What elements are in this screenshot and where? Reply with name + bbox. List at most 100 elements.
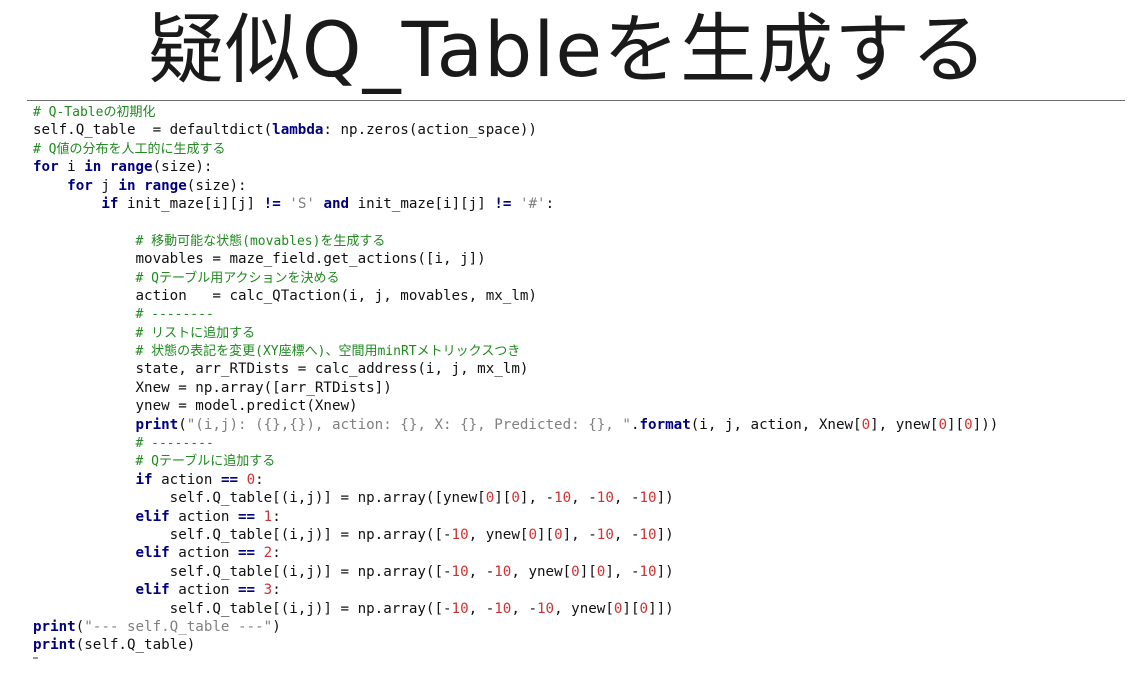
page-title: 疑似Q_Tableを生成する	[147, 5, 989, 94]
code-number: 10	[639, 490, 657, 507]
code-text: ])	[656, 490, 674, 507]
code-line: # Q-Tableの初期化	[33, 103, 998, 121]
code-number: 10	[554, 490, 572, 507]
code-text: :	[272, 582, 281, 599]
code-text: , -	[511, 600, 537, 617]
code-line: # --------	[33, 434, 998, 452]
code-text: action	[169, 582, 239, 599]
code-number: 0	[639, 600, 649, 617]
code-line: if action == 0:	[33, 471, 998, 489]
code-text: self.Q_table[(i,j)] = np.array([ynew[	[169, 490, 486, 507]
code-text: (self.Q_table)	[75, 637, 196, 654]
code-text: i	[58, 159, 85, 176]
code-line: if init_maze[i][j] != 'S' and init_maze[…	[33, 195, 998, 213]
code-line: for j in range(size):	[33, 177, 998, 195]
code-number: 0	[485, 490, 495, 507]
code-line: # Qテーブルに追加する	[33, 452, 998, 470]
code-line: elif action == 1:	[33, 508, 998, 526]
code-line: self.Q_table[(i,j)] = np.array([-10, -10…	[33, 600, 998, 618]
code-keyword: ==	[238, 508, 256, 525]
code-text: ][	[494, 490, 512, 507]
code-keyword: !=	[263, 195, 281, 212]
code-comment: # 移動可能な状態(movables)を生成する	[135, 233, 386, 249]
code-text: ], -	[605, 563, 640, 580]
code-text: action	[169, 508, 239, 525]
code-text: ][	[579, 563, 597, 580]
code-line: self.Q_table[(i,j)] = np.array([-10, yne…	[33, 526, 998, 544]
code-keyword: if	[135, 471, 153, 488]
code-number: 0	[511, 490, 520, 507]
code-block: # Q-Tableの初期化 self.Q_table = defaultdict(…	[33, 103, 998, 655]
code-comment: # Q値の分布を人工的に生成する	[33, 141, 226, 157]
code-number: 0	[528, 526, 537, 543]
code-line: # リストに追加する	[33, 324, 998, 342]
code-line: print(self.Q_table)	[33, 636, 998, 654]
code-text: ][	[622, 600, 640, 617]
code-number: 0	[938, 416, 948, 433]
code-string: '#'	[519, 195, 546, 212]
code-text: , -	[571, 490, 597, 507]
code-text: movables = maze_field.get_actions([i, j]…	[135, 251, 486, 268]
code-line: ynew = model.predict(Xnew)	[33, 397, 998, 415]
code-comment: # --------	[135, 307, 214, 323]
code-comment: # Q-Tableの初期化	[33, 105, 156, 120]
code-line: self.Q_table[(i,j)] = np.array([ynew[0][…	[33, 489, 998, 507]
code-string: 'S'	[289, 195, 315, 212]
code-line: # Q値の分布を人工的に生成する	[33, 140, 998, 158]
code-comment: # 状態の表記を変更(XY座標へ)、空間用minRTメトリックスつき	[135, 344, 521, 360]
code-keyword: ==	[220, 471, 239, 488]
code-text: self.Q_table[(i,j)] = np.array([-	[169, 563, 452, 580]
code-text: , ynew[	[511, 563, 572, 580]
code-line: # Qテーブル用アクションを決める	[33, 269, 998, 287]
code-text: , ynew[	[468, 526, 529, 543]
code-number: 10	[639, 526, 657, 543]
code-keyword: if	[101, 195, 119, 212]
code-text: action	[152, 471, 221, 488]
code-keyword: print	[33, 637, 76, 654]
code-comment: # --------	[135, 436, 214, 452]
code-text: ], -	[519, 490, 555, 507]
code-number: 10	[494, 600, 512, 617]
code-number: 0	[861, 416, 871, 433]
code-string: "--- self.Q_table ---"	[84, 618, 273, 635]
code-number: 1	[263, 508, 273, 525]
code-line: # 状態の表記を変更(XY座標へ)、空間用minRTメトリックスつき	[33, 342, 998, 360]
code-text: ]))	[972, 416, 999, 433]
code-text: , -	[468, 563, 495, 580]
code-keyword: elif	[135, 582, 170, 599]
code-text: )	[272, 618, 281, 635]
code-keyword: ==	[238, 582, 256, 599]
code-line: movables = maze_field.get_actions([i, j]…	[33, 250, 998, 268]
code-text: self.Q_table[(i,j)] = np.array([-	[169, 600, 452, 617]
code-line: for i in range(size):	[33, 158, 998, 176]
code-text: self.Q_table = defaultdict(	[33, 122, 273, 139]
code-number: 10	[639, 563, 657, 580]
code-keyword: print	[33, 618, 76, 635]
code-text: , -	[613, 490, 640, 507]
code-text: :	[272, 508, 281, 525]
code-line: Xnew = np.array([arr_RTDists])	[33, 379, 998, 397]
code-number: 0	[964, 416, 973, 433]
code-text: , -	[613, 526, 640, 543]
code-keyword: for	[33, 159, 59, 176]
code-text: , ynew[	[554, 600, 614, 617]
